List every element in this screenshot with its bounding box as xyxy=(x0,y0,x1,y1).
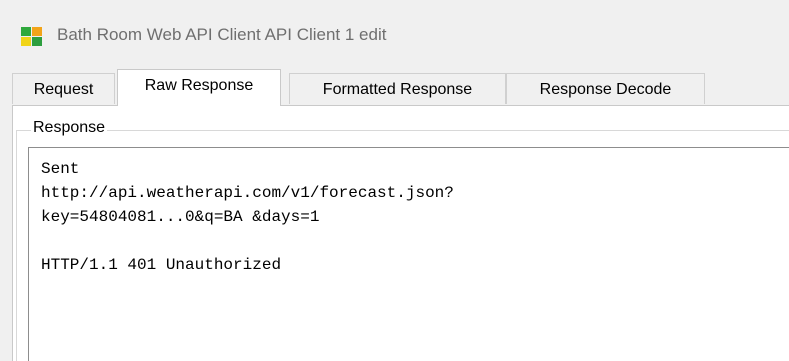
tab-strip: Request Raw Response Formatted Response … xyxy=(0,69,789,107)
response-textbox[interactable]: Sent http://api.weatherapi.com/v1/foreca… xyxy=(28,147,789,361)
window-titlebar: Bath Room Web API Client API Client 1 ed… xyxy=(0,0,789,64)
tab-raw-response[interactable]: Raw Response xyxy=(117,69,281,106)
tab-request[interactable]: Request xyxy=(12,73,115,104)
tab-formatted-response[interactable]: Formatted Response xyxy=(289,73,506,104)
response-group-label: Response xyxy=(31,118,108,138)
tab-response-decode[interactable]: Response Decode xyxy=(506,73,705,104)
app-tile-icon xyxy=(21,27,42,46)
window-title: Bath Room Web API Client API Client 1 ed… xyxy=(57,25,387,44)
